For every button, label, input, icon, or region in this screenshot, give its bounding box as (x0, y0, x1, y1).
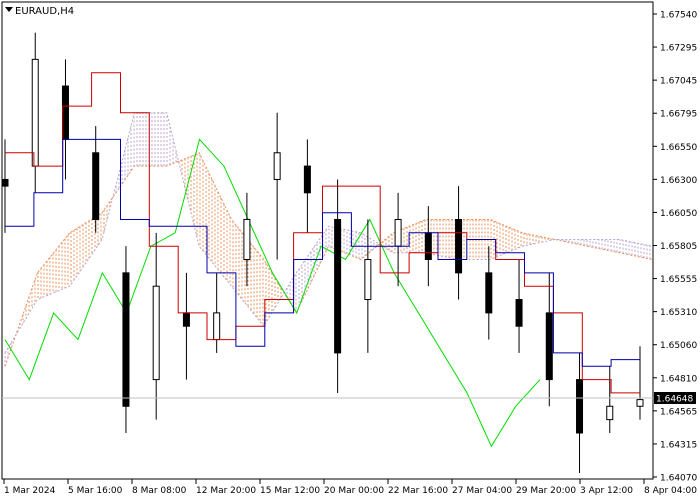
y-tick-label: 1.64810 (660, 374, 697, 384)
chart-window[interactable]: 1.67540 1.67295 1.67045 1.66795 1.66550 1.663… (0, 0, 700, 500)
ichimoku-chart[interactable]: 1.67540 1.67295 1.67045 1.66795 1.66550 1.663… (0, 0, 700, 500)
candle-body (576, 379, 584, 434)
x-tick-label: 3 Apr 12:00 (580, 486, 633, 496)
x-tick-label: 22 Mar 16:00 (388, 486, 448, 496)
y-tick-label: 1.64565 (660, 407, 697, 417)
candle-body (424, 232, 432, 261)
price-axis[interactable]: 1.67540 1.67295 1.67045 1.66795 1.66550 1.663… (653, 11, 697, 484)
y-tick-label: 1.66795 (660, 110, 697, 120)
candle-body (213, 312, 221, 341)
symbol-label: EURAUD,H4 (15, 6, 74, 17)
x-tick-label: 5 Mar 16:00 (68, 486, 123, 496)
x-tick-label: 8 Apr 04:00 (644, 486, 697, 496)
candle-body (606, 405, 614, 421)
candle-body (273, 152, 281, 180)
candle-body (31, 58, 39, 167)
candle-body (455, 218, 463, 274)
y-tick-label: 1.65805 (660, 242, 697, 252)
y-tick-label: 1.64070 (660, 474, 697, 484)
y-tick-label: 1.65060 (660, 341, 697, 351)
x-tick-label: 20 Mar 00:00 (324, 486, 384, 496)
y-tick-label: 1.65555 (660, 275, 697, 285)
x-tick-label: 27 Mar 04:00 (452, 486, 512, 496)
current-price-text: 1.64648 (656, 395, 693, 405)
candle-body (122, 272, 130, 407)
x-tick-label: 15 Mar 12:00 (260, 486, 320, 496)
x-tick-label: 29 Mar 20:00 (516, 486, 576, 496)
current-price-badge: 1.64648 (654, 392, 696, 405)
x-tick-label: 1 Mar 2024 (4, 486, 56, 496)
y-tick-label: 1.65310 (660, 308, 697, 318)
y-tick-label: 1.66550 (660, 143, 697, 153)
candle-body (515, 299, 523, 327)
y-tick-label: 1.66050 (660, 209, 697, 219)
x-tick-label: 8 Mar 08:00 (132, 486, 187, 496)
candle-body (1, 178, 9, 187)
candle-body (334, 218, 342, 354)
candle-body (182, 312, 190, 327)
y-tick-label: 1.67295 (660, 44, 697, 54)
y-tick-label: 1.67045 (660, 77, 697, 87)
candle-body (485, 272, 493, 314)
y-tick-label: 1.66300 (660, 176, 697, 186)
candle-body (364, 259, 372, 301)
x-tick-label: 12 Mar 20:00 (196, 486, 256, 496)
candle-body (152, 285, 160, 381)
y-tick-label: 1.67540 (660, 11, 697, 21)
candle-body (394, 218, 402, 247)
candle-body (303, 165, 311, 194)
y-tick-label: 1.64315 (660, 440, 697, 450)
chart-header[interactable]: EURAUD,H4 (5, 6, 74, 17)
candle-body (243, 218, 251, 261)
candle-body (545, 312, 553, 381)
candle-body (636, 399, 644, 407)
candle-body (92, 152, 100, 220)
candle-body (61, 85, 69, 140)
